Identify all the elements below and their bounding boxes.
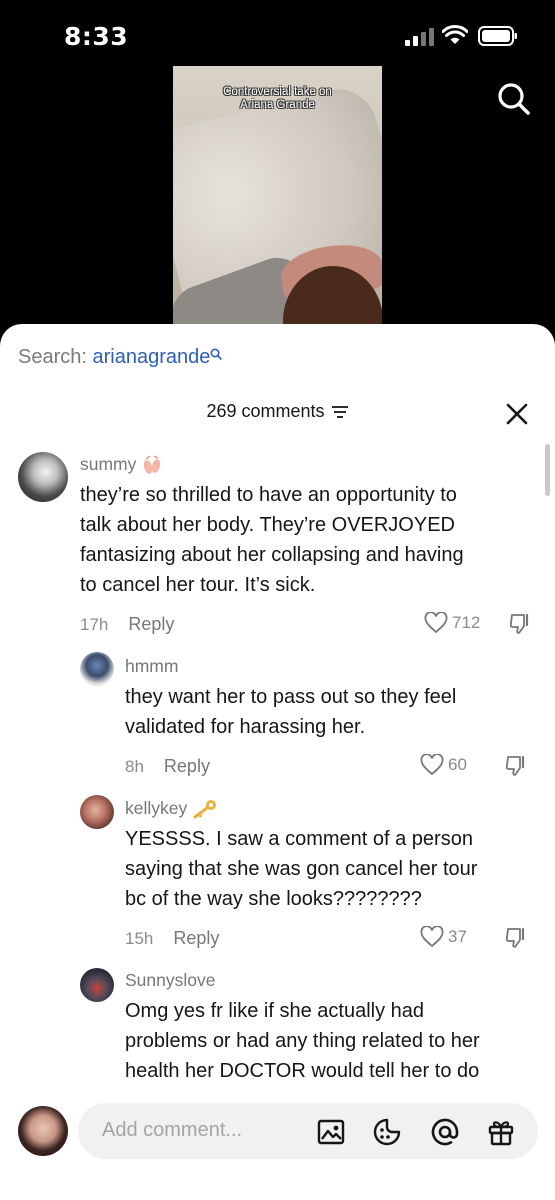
- comment-time: 8h: [125, 757, 144, 776]
- video-caption-line2: Ariana Grande: [240, 99, 315, 111]
- comment-text: YESSSS. I saw a comment of a person sayi…: [125, 828, 478, 910]
- video-caption-line1: Controversial take on: [223, 86, 332, 98]
- comment-username[interactable]: Sunnyslove: [125, 970, 215, 991]
- like-count: 37: [448, 927, 467, 946]
- comment-meta: 15h Reply: [125, 928, 219, 949]
- avatar[interactable]: [80, 968, 114, 1002]
- comment-input-placeholder: Add comment...: [102, 1119, 243, 1141]
- search-small-icon: [210, 348, 223, 360]
- video-thumbnail[interactable]: Controversial take on Ariana Grande: [173, 66, 382, 328]
- comments-count: 269 comments: [0, 401, 555, 422]
- heart-icon: [420, 925, 444, 948]
- comment-text: Omg yes fr like if she actually had prob…: [125, 1000, 480, 1082]
- wifi-icon: [442, 25, 468, 44]
- avatar[interactable]: [80, 652, 114, 686]
- comments-count-label: 269 comments: [206, 401, 325, 421]
- heart-icon: [420, 753, 444, 776]
- my-avatar[interactable]: [18, 1106, 68, 1156]
- image-icon[interactable]: [316, 1117, 346, 1147]
- comment-username[interactable]: kellykey: [125, 798, 218, 819]
- battery-icon: [478, 26, 517, 46]
- avatar[interactable]: [80, 795, 114, 829]
- dislike-icon[interactable]: [508, 612, 532, 636]
- dislike-icon[interactable]: [504, 754, 528, 778]
- status-time: 8:33: [64, 22, 129, 51]
- comment-composer: Add comment...: [0, 1090, 555, 1200]
- comment-input[interactable]: Add comment...: [78, 1103, 538, 1159]
- comments-sheet: Search: arianagrande 269 comments summy …: [0, 324, 555, 1200]
- like-count: 712: [452, 613, 481, 632]
- comment-username[interactable]: hmmm: [125, 656, 178, 677]
- comment-time: 15h: [125, 929, 154, 948]
- like-button[interactable]: 60: [420, 753, 467, 776]
- reply-button[interactable]: Reply: [173, 928, 219, 948]
- reply-button[interactable]: Reply: [164, 756, 210, 776]
- search-label: Search:: [18, 346, 87, 368]
- avatar[interactable]: [18, 452, 68, 502]
- mention-icon[interactable]: [430, 1117, 460, 1147]
- comment-time: 17h: [80, 615, 109, 634]
- comment-text: they’re so thrilled to have an opportuni…: [80, 484, 464, 596]
- like-button[interactable]: 37: [420, 925, 467, 948]
- search-suggestion[interactable]: Search: arianagrande: [18, 346, 223, 369]
- search-icon[interactable]: [497, 82, 531, 116]
- filter-icon[interactable]: [331, 405, 349, 419]
- comment-text: they want her to pass out so they feel v…: [125, 686, 457, 738]
- key-emoji-icon: [193, 800, 217, 819]
- emoji-icon[interactable]: [372, 1117, 402, 1147]
- reply-button[interactable]: Reply: [128, 614, 174, 634]
- video-caption: Controversial take on Ariana Grande: [173, 86, 382, 112]
- dislike-icon[interactable]: [504, 926, 528, 950]
- gift-icon[interactable]: [486, 1117, 516, 1147]
- close-icon[interactable]: [505, 402, 529, 426]
- comment-username[interactable]: summy: [80, 454, 163, 475]
- status-bar: 8:33: [0, 0, 555, 66]
- scrollbar[interactable]: [545, 444, 550, 496]
- comment-meta: 8h Reply: [125, 756, 210, 777]
- cellular-signal-icon: [405, 28, 434, 46]
- heart-icon: [424, 611, 448, 634]
- like-button[interactable]: 712: [424, 611, 481, 634]
- search-term[interactable]: arianagrande: [93, 346, 211, 368]
- ballet-shoes-emoji-icon: [143, 455, 161, 475]
- comment-meta: 17h Reply: [80, 614, 174, 635]
- like-count: 60: [448, 755, 467, 774]
